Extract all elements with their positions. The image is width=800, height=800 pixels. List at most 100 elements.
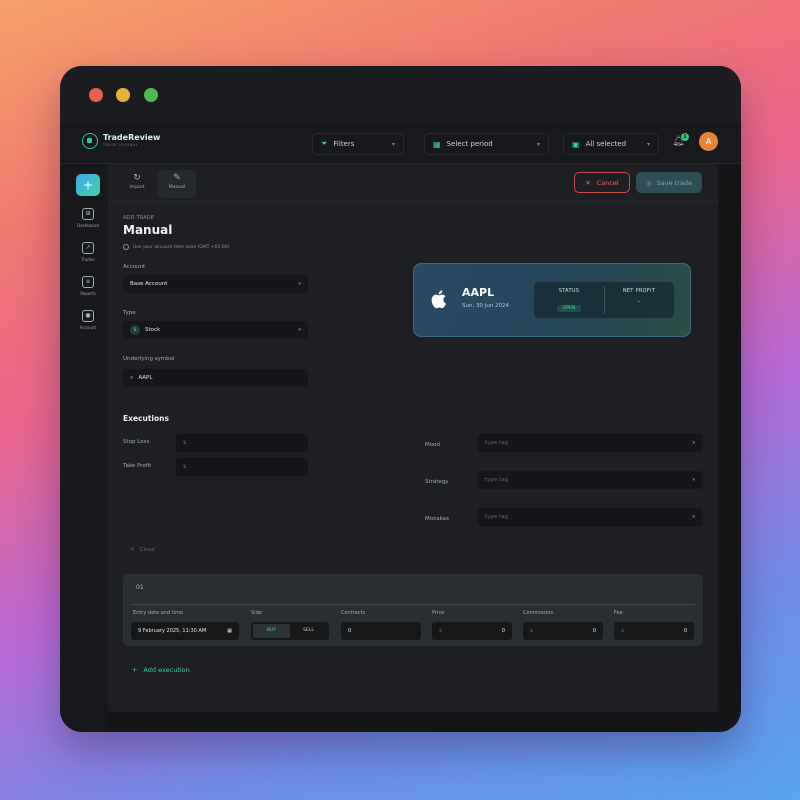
symbol-input[interactable]: ⌕ AAPL [123, 369, 308, 387]
form-caption: ADD TRADE [123, 215, 155, 221]
app-logo[interactable]: TradeReview TRADE JOURNAL [82, 133, 160, 149]
price-input[interactable]: $ 0 [432, 622, 512, 640]
datetime-value: 9 February 2025, 11:30 AM [138, 628, 207, 634]
logo-icon [82, 133, 98, 149]
maximize-window-button[interactable] [144, 88, 158, 102]
stock-icon: $ [130, 325, 140, 335]
refresh-icon: ↻ [133, 173, 141, 183]
add-trade-button[interactable]: + [76, 174, 100, 196]
mood-tag-input[interactable]: type tag ▾ [478, 434, 702, 452]
commission-column-label: Commission [523, 610, 554, 616]
add-trade-panel: ↻ Import ✎ Manual ✕ Cancel ◎ Save trade … [108, 164, 718, 712]
period-label: Select period [446, 140, 493, 148]
sidebar-item-dashboard[interactable]: ⊞ Dashboard [66, 208, 110, 228]
add-execution-button[interactable]: + Add execution [132, 666, 190, 674]
close-label: Close [139, 547, 155, 553]
status-column: STATUS OPEN [534, 288, 604, 313]
sidebar-item-label: Account [79, 325, 97, 330]
profit-value: - [637, 298, 641, 305]
avatar[interactable]: A [699, 132, 718, 151]
stop-loss-label: Stop Loss [123, 439, 150, 445]
app-name: TradeReview [103, 133, 161, 143]
commission-value: 0 [592, 628, 596, 634]
plus-icon: + [132, 666, 138, 674]
currency-prefix: $ [621, 628, 625, 634]
filters-label: Filters [333, 140, 355, 148]
executions-title: Executions [123, 414, 169, 423]
period-dropdown[interactable]: ▦ Select period ▾ [424, 133, 549, 155]
panel-toolbar: ↻ Import ✎ Manual ✕ Cancel ◎ Save trade [108, 164, 718, 202]
side-column-label: Side [251, 610, 262, 616]
chevron-down-icon: ▾ [298, 327, 301, 333]
chevron-down-icon: ▾ [298, 281, 301, 287]
fee-column-label: Fee [614, 610, 623, 616]
sidebar-item-trades[interactable]: ↗ Trades [66, 242, 110, 262]
take-profit-label: Take Profit [123, 463, 152, 469]
more-options-icon[interactable]: ⋯ [685, 583, 691, 590]
cancel-label: Cancel [596, 178, 619, 187]
tag-placeholder: type tag [485, 477, 509, 483]
sidebar-item-label: Trades [81, 257, 95, 262]
tag-placeholder: type tag [485, 440, 509, 446]
minimize-window-button[interactable] [116, 88, 130, 102]
close-icon: ✕ [130, 547, 135, 553]
cancel-button[interactable]: ✕ Cancel [574, 172, 630, 193]
trades-icon: ↗ [82, 242, 94, 254]
fee-input[interactable]: $ 0 [614, 622, 694, 640]
datetime-input[interactable]: 9 February 2025, 11:30 AM ▦ [131, 622, 239, 640]
sidebar-item-label: Reports [80, 291, 96, 296]
sidebar-item-reports[interactable]: ≡ Reports [66, 276, 110, 296]
close-trade-button[interactable]: ✕ Close [130, 547, 155, 553]
type-select[interactable]: $ Stock ▾ [123, 321, 308, 339]
filters-dropdown[interactable]: ⏷ Filters ▾ [312, 133, 404, 155]
type-label: Type [123, 310, 136, 316]
card-date: Sun, 30 Jun 2024 [462, 303, 510, 309]
search-icon: ⌕ [130, 374, 134, 381]
account-label: Account [123, 264, 146, 270]
info-icon [123, 244, 129, 250]
sell-toggle-button[interactable]: SELL [290, 624, 327, 638]
mistakes-tag-input[interactable]: type tag ▾ [478, 508, 702, 526]
chevron-down-icon: ▾ [536, 140, 540, 148]
filter-icon: ⏷ [321, 139, 328, 148]
tag-placeholder: type tag [485, 514, 509, 520]
status-box: STATUS OPEN NET PROFIT - [534, 282, 674, 318]
buy-toggle-button[interactable]: BUY [253, 624, 290, 638]
mistakes-label: Mistakes [425, 516, 449, 522]
contracts-column-label: Contracts [341, 610, 366, 616]
save-trade-button[interactable]: ◎ Save trade [636, 172, 702, 193]
tab-label: Manual [168, 185, 186, 190]
accounts-dropdown[interactable]: ▣ All selected ▾ [563, 133, 659, 155]
symbol-label: Underlying symbol [123, 356, 175, 362]
page-title: Manual [123, 223, 173, 237]
status-badge: OPEN [556, 305, 582, 312]
close-window-button[interactable] [89, 88, 103, 102]
strategy-tag-input[interactable]: type tag ▾ [478, 471, 702, 489]
stop-loss-input[interactable]: $ [176, 434, 308, 452]
wallet-icon: ▣ [572, 139, 580, 149]
user-icon: ● [82, 310, 94, 322]
currency-prefix: $ [530, 628, 534, 634]
add-execution-label: Add execution [143, 666, 190, 674]
timezone-text: Use your account time zone (GMT +01:00) [133, 244, 230, 250]
chevron-down-icon: ▾ [692, 440, 695, 446]
chevron-down-icon: ▾ [692, 514, 695, 520]
currency-prefix: $ [183, 464, 187, 470]
tab-import[interactable]: ↻ Import [118, 170, 156, 198]
app-window: TradeReview TRADE JOURNAL ⏷ Filters ▾ ▦ … [60, 66, 741, 732]
save-icon: ◎ [645, 178, 652, 187]
contracts-input[interactable]: 0 [341, 622, 421, 640]
currency-prefix: $ [439, 628, 443, 634]
take-profit-input[interactable]: $ [176, 458, 308, 476]
app-header: TradeReview TRADE JOURNAL ⏷ Filters ▾ ▦ … [60, 124, 741, 164]
apple-logo-icon [431, 290, 446, 309]
type-value: Stock [145, 327, 161, 333]
sidebar-item-account[interactable]: ● Account [66, 310, 110, 330]
account-select[interactable]: Base Account ▾ [123, 275, 308, 293]
strategy-label: Strategy [425, 479, 449, 485]
commission-input[interactable]: $ 0 [523, 622, 603, 640]
fee-value: 0 [683, 628, 687, 634]
price-value: 0 [501, 628, 505, 634]
execution-index: 01 [136, 584, 144, 591]
tab-manual[interactable]: ✎ Manual [158, 170, 196, 198]
